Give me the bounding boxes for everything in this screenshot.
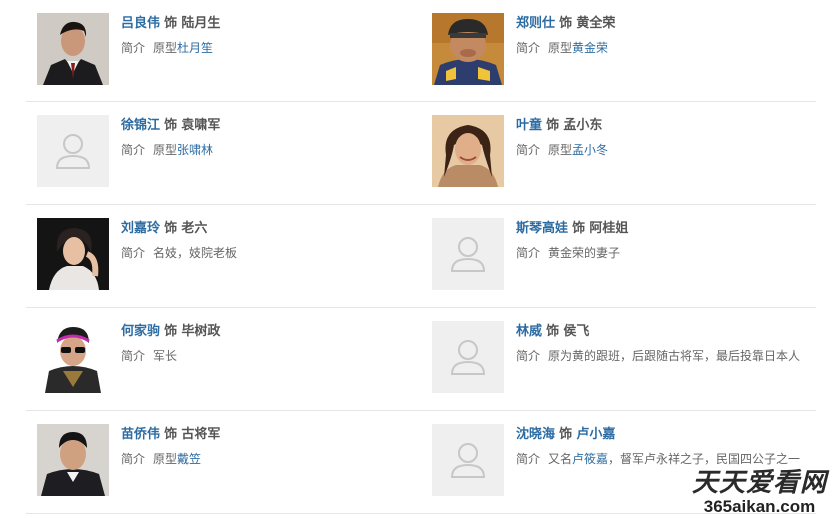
intro-label: 简介 bbox=[516, 349, 541, 363]
actor-photo[interactable] bbox=[37, 13, 109, 85]
intro-label: 简介 bbox=[516, 41, 541, 55]
actor-name-link[interactable]: 叶童 bbox=[516, 118, 542, 133]
cast-card: 斯琴高娃 饰 阿桂姐 简介 黄金荣的妻子 bbox=[421, 205, 816, 307]
cast-card: 苗侨伟 饰 古将军 简介 原型戴笠 bbox=[26, 411, 421, 513]
intro-label: 简介 bbox=[121, 452, 146, 466]
actor-name-link[interactable]: 林威 bbox=[516, 324, 542, 339]
actor-photo[interactable] bbox=[432, 13, 504, 85]
actor-name-link[interactable]: 徐锦江 bbox=[121, 118, 160, 133]
actor-name-link[interactable]: 沈晓海 bbox=[516, 427, 555, 442]
actor-name-link[interactable]: 郑则仕 bbox=[516, 16, 555, 31]
intro-link[interactable]: 戴笠 bbox=[177, 452, 201, 466]
actor-photo[interactable] bbox=[37, 218, 109, 290]
actor-name-link[interactable]: 斯琴高娃 bbox=[516, 221, 568, 236]
intro-link[interactable]: 张啸林 bbox=[177, 143, 213, 157]
as-label: 饰 bbox=[572, 221, 586, 236]
intro-label: 简介 bbox=[516, 452, 541, 466]
cast-card: 林威 饰 侯飞 简介 原为黄的跟班，后跟随古将军，最后投靠日本人 bbox=[421, 308, 816, 410]
cast-grid: 吕良伟 饰 陆月生 简介 原型杜月笙 郑则仕 饰 黄全荣 简介 原型黄金荣 徐锦… bbox=[26, 0, 816, 514]
actor-photo[interactable] bbox=[432, 115, 504, 187]
actor-name-link[interactable]: 吕良伟 bbox=[121, 16, 160, 31]
role-name: 毕树政 bbox=[181, 324, 221, 339]
as-label: 饰 bbox=[546, 118, 560, 133]
role-name: 陆月生 bbox=[181, 16, 221, 31]
cast-card: 刘嘉玲 饰 老六 简介 名妓，妓院老板 bbox=[26, 205, 421, 307]
role-name: 黄全荣 bbox=[576, 16, 616, 31]
as-label: 饰 bbox=[164, 427, 178, 442]
watermark-title: 天天爱看网 bbox=[691, 468, 827, 498]
as-label: 饰 bbox=[164, 221, 178, 236]
actor-name-link[interactable]: 何家驹 bbox=[121, 324, 160, 339]
intro-text: 黄金荣的妻子 bbox=[548, 246, 621, 260]
cast-card: 徐锦江 饰 袁啸军 简介 原型张啸林 bbox=[26, 102, 421, 204]
cast-card: 吕良伟 饰 陆月生 简介 原型杜月笙 bbox=[26, 0, 421, 101]
intro-text: 原型 bbox=[153, 143, 178, 157]
avatar-placeholder-icon[interactable] bbox=[37, 115, 109, 187]
cast-row: 吕良伟 饰 陆月生 简介 原型杜月笙 郑则仕 饰 黄全荣 简介 原型黄金荣 bbox=[26, 0, 816, 102]
actor-photo[interactable] bbox=[37, 321, 109, 393]
cast-row: 徐锦江 饰 袁啸军 简介 原型张啸林 叶童 饰 孟小东 简介 原型孟小冬 bbox=[26, 102, 816, 205]
intro-link[interactable]: 黄金荣 bbox=[572, 41, 608, 55]
intro-text: 原型 bbox=[548, 143, 573, 157]
intro-label: 简介 bbox=[121, 246, 146, 260]
intro-label: 简介 bbox=[121, 41, 146, 55]
actor-photo[interactable] bbox=[37, 424, 109, 496]
role-name: 阿桂姐 bbox=[589, 221, 629, 236]
intro-label: 简介 bbox=[516, 143, 541, 157]
intro-label: 简介 bbox=[516, 246, 541, 260]
intro-label: 简介 bbox=[121, 143, 146, 157]
role-name: 孟小东 bbox=[563, 118, 603, 133]
cast-card: 何家驹 饰 毕树政 简介 军长 bbox=[26, 308, 421, 410]
intro-label: 简介 bbox=[121, 349, 146, 363]
actor-name-link[interactable]: 苗侨伟 bbox=[121, 427, 160, 442]
intro-text: 名妓，妓院老板 bbox=[153, 246, 238, 260]
intro-text: 军长 bbox=[153, 349, 178, 363]
cast-card: 叶童 饰 孟小东 简介 原型孟小冬 bbox=[421, 102, 816, 204]
intro-text-rest: ，督军卢永祥之子，民国四公子之一 bbox=[608, 452, 801, 466]
as-label: 饰 bbox=[164, 16, 178, 31]
intro-link[interactable]: 卢筱嘉 bbox=[572, 452, 608, 466]
role-name: 古将军 bbox=[181, 427, 221, 442]
watermark-domain: 365aikan.com bbox=[703, 497, 816, 516]
cast-row: 刘嘉玲 饰 老六 简介 名妓，妓院老板 斯琴高娃 饰 阿桂姐 简介 黄金荣的妻子 bbox=[26, 205, 816, 308]
intro-text: 又名 bbox=[548, 452, 573, 466]
role-name: 老六 bbox=[181, 221, 208, 236]
intro-text: 原型 bbox=[153, 452, 178, 466]
as-label: 饰 bbox=[164, 324, 178, 339]
cast-row: 何家驹 饰 毕树政 简介 军长 林威 饰 侯飞 简介 原为黄的跟班，后跟随古将军… bbox=[26, 308, 816, 411]
role-name: 袁啸军 bbox=[181, 118, 221, 133]
intro-text: 原型 bbox=[548, 41, 573, 55]
intro-link[interactable]: 杜月笙 bbox=[177, 41, 213, 55]
intro-text: 原为黄的跟班，后跟随古将军，最后投靠日本人 bbox=[548, 349, 801, 363]
avatar-placeholder-icon[interactable] bbox=[432, 218, 504, 290]
as-label: 饰 bbox=[546, 324, 560, 339]
as-label: 饰 bbox=[559, 427, 573, 442]
as-label: 饰 bbox=[164, 118, 178, 133]
intro-text: 原型 bbox=[153, 41, 178, 55]
avatar-placeholder-icon[interactable] bbox=[432, 321, 504, 393]
role-name-link[interactable]: 卢小嘉 bbox=[576, 427, 615, 442]
role-name: 侯飞 bbox=[563, 324, 590, 339]
avatar-placeholder-icon[interactable] bbox=[432, 424, 504, 496]
intro-link[interactable]: 孟小冬 bbox=[572, 143, 608, 157]
as-label: 饰 bbox=[559, 16, 573, 31]
cast-card: 郑则仕 饰 黄全荣 简介 原型黄金荣 bbox=[421, 0, 816, 101]
site-watermark: 天天爱看网 365aikan.com bbox=[692, 468, 827, 516]
actor-name-link[interactable]: 刘嘉玲 bbox=[121, 221, 160, 236]
